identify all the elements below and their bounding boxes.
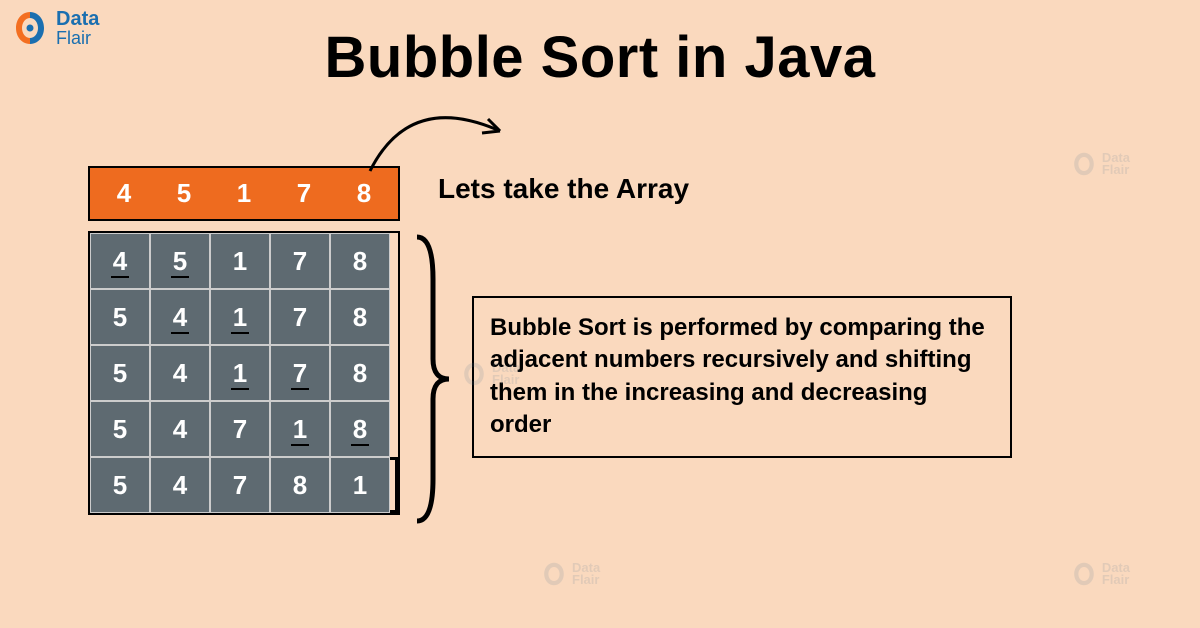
step-cell: 7 xyxy=(270,345,330,401)
step-cell: 5 xyxy=(90,289,150,345)
step-cell: 4 xyxy=(150,401,210,457)
step-cell: 4 xyxy=(150,457,210,513)
step-cell: 1 xyxy=(270,401,330,457)
array-cell: 5 xyxy=(168,178,200,209)
arrow-icon xyxy=(350,81,550,181)
step-cell: 8 xyxy=(270,457,330,513)
step-cell: 8 xyxy=(330,345,390,401)
step-cell: 5 xyxy=(90,401,150,457)
step-cell: 7 xyxy=(210,401,270,457)
brace-icon xyxy=(405,229,455,529)
step-cell: 1 xyxy=(210,233,270,289)
step-row: 54718 xyxy=(90,401,398,457)
array-cell: 8 xyxy=(348,178,380,209)
step-cell: 5 xyxy=(150,233,210,289)
step-cell: 1 xyxy=(210,345,270,401)
step-cell: 1 xyxy=(330,457,390,513)
step-cell: 4 xyxy=(150,345,210,401)
step-cell: 5 xyxy=(90,345,150,401)
step-cell: 4 xyxy=(150,289,210,345)
array-cell: 7 xyxy=(288,178,320,209)
step-cell: 7 xyxy=(270,233,330,289)
logo-text: Data Flair xyxy=(56,9,99,47)
step-cell: 8 xyxy=(330,289,390,345)
step-row: 45178 xyxy=(90,233,398,289)
logo: Data Flair xyxy=(10,8,99,48)
step-cell: 1 xyxy=(210,289,270,345)
watermark: DataFlair xyxy=(460,360,520,388)
dataflair-logo-icon xyxy=(10,8,50,48)
logo-text-bottom: Flair xyxy=(56,29,99,47)
step-cell: 7 xyxy=(210,457,270,513)
watermark: DataFlair xyxy=(540,560,600,588)
sorting-steps-grid: 4517854178541785471854781 xyxy=(88,231,400,515)
watermark: DataFlair xyxy=(1070,560,1130,588)
step-cell: 5 xyxy=(90,457,150,513)
step-cell: 8 xyxy=(330,401,390,457)
page-title: Bubble Sort in Java xyxy=(0,0,1200,91)
step-cell: 7 xyxy=(270,289,330,345)
watermark: DataFlair xyxy=(1070,150,1130,178)
description-box: Bubble Sort is performed by comparing th… xyxy=(472,296,1012,458)
step-cell: 8 xyxy=(330,233,390,289)
array-cell: 4 xyxy=(108,178,140,209)
array-cell: 1 xyxy=(228,178,260,209)
logo-text-top: Data xyxy=(56,9,99,29)
step-row: 54178 xyxy=(90,289,398,345)
step-row: 54781 xyxy=(90,457,398,513)
step-cell: 4 xyxy=(90,233,150,289)
array-visualization: 45178 4517854178541785471854781 xyxy=(88,166,400,515)
step-row: 54178 xyxy=(90,345,398,401)
